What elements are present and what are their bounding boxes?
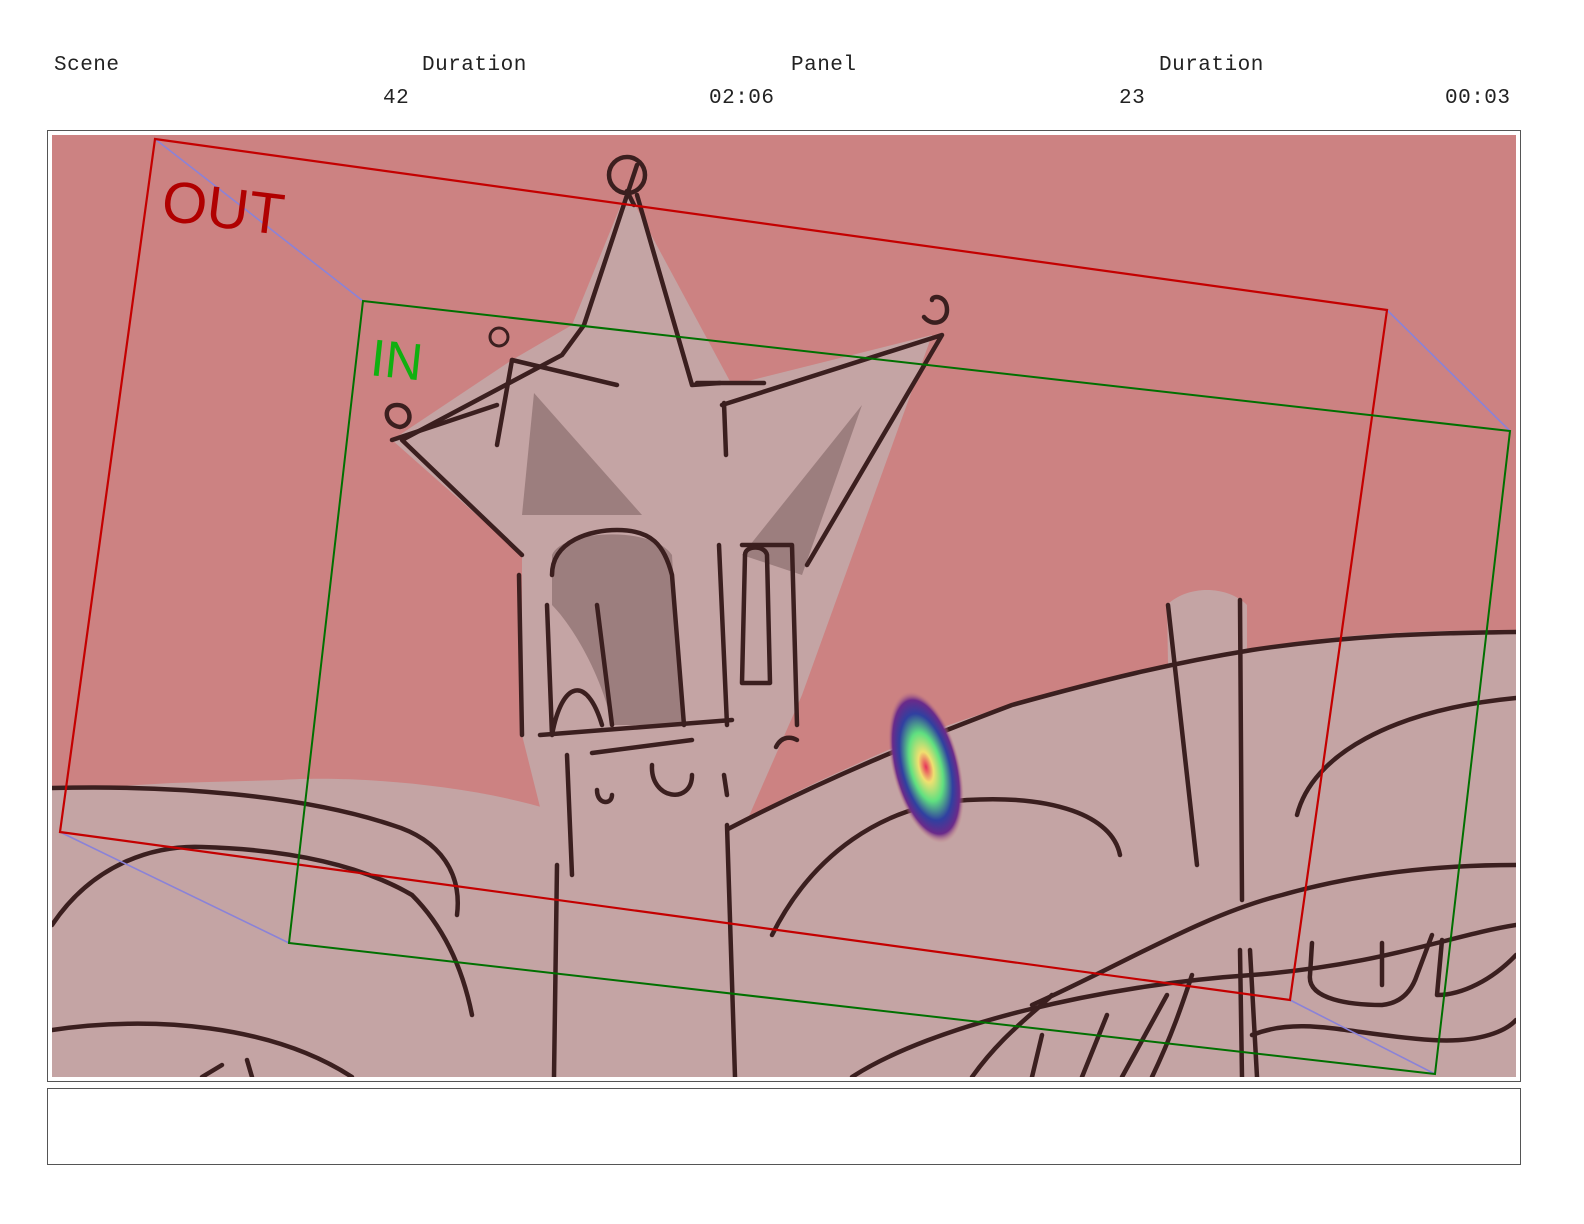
panel-duration-label: Duration [1159, 54, 1264, 77]
panel-artwork: OUT IN [52, 135, 1516, 1077]
camera-in-label: IN [368, 329, 426, 392]
panel-number: 23 [1119, 87, 1146, 110]
panel-notes-box[interactable] [47, 1088, 1521, 1165]
panel-label: Panel [791, 54, 857, 77]
scene-duration-value: 02:06 [709, 87, 775, 110]
storyboard-panel: OUT IN [47, 130, 1521, 1082]
scene-number: 42 [383, 87, 410, 110]
scene-duration-label: Duration [422, 54, 527, 77]
scene-label: Scene [54, 54, 120, 77]
panel-duration-value: 00:03 [1445, 87, 1511, 110]
